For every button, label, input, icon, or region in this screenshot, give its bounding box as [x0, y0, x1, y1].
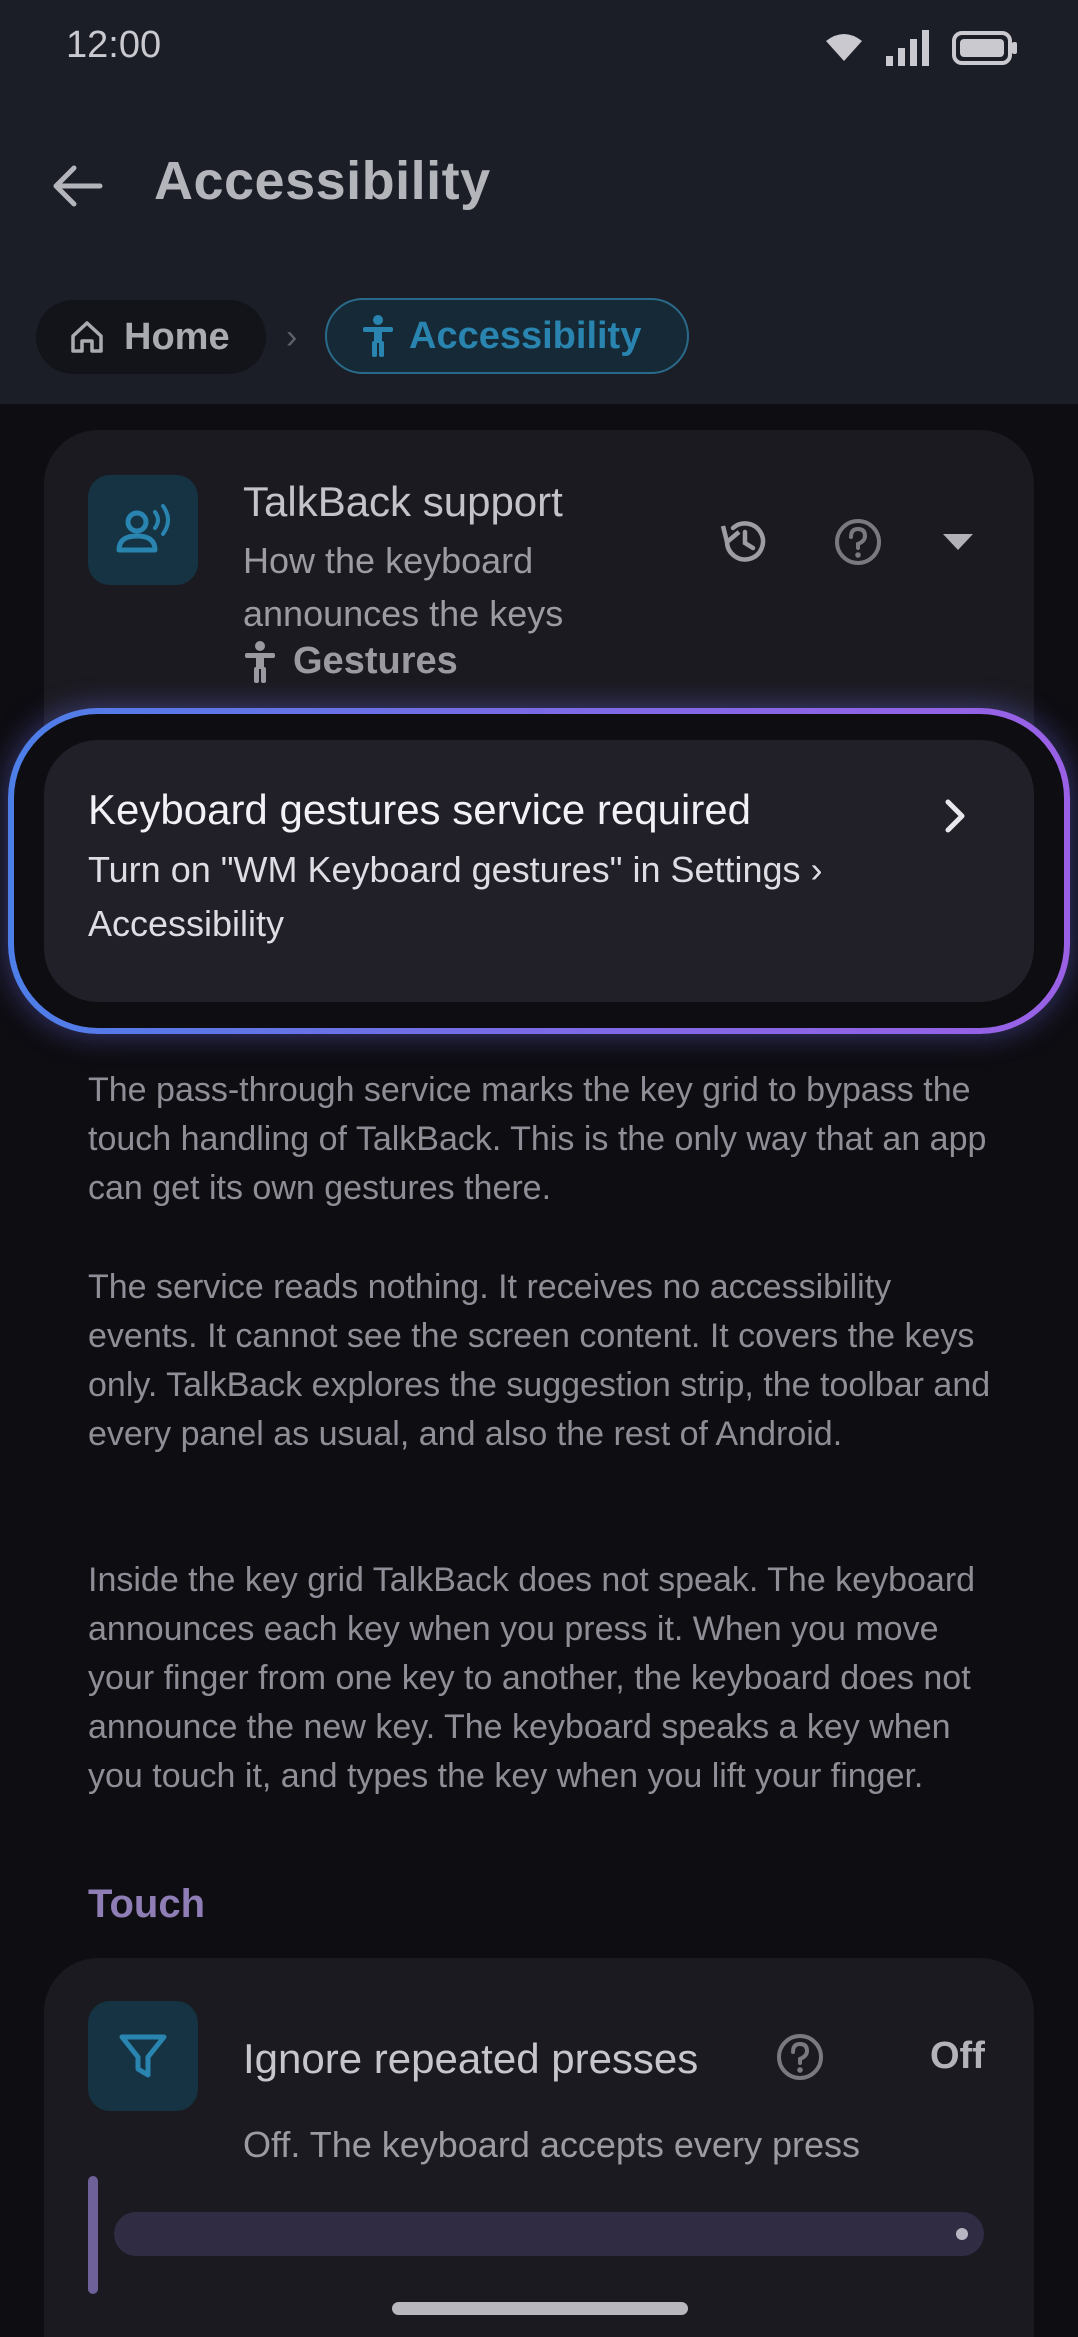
dropdown-arrow-icon	[943, 534, 973, 550]
filter-icon-box	[88, 2001, 198, 2111]
breadcrumb-home-label: Home	[124, 315, 230, 358]
talkback-icon-box	[88, 475, 198, 585]
wifi-icon	[826, 34, 862, 61]
cellular-signal-icon	[886, 30, 929, 66]
info-paragraph-1: The pass-through service marks the key g…	[88, 1071, 987, 1207]
setting-value: Off	[930, 2035, 985, 2077]
battery-icon	[952, 31, 1017, 65]
gestures-label: Gestures	[293, 640, 458, 682]
ignore-repeated-presses-title: Ignore repeated presses	[243, 2035, 699, 2082]
breadcrumb-accessibility-label: Accessibility	[409, 314, 642, 357]
repeat-threshold-slider[interactable]	[114, 2212, 984, 2256]
accessibility-icon	[245, 640, 275, 683]
status-icons	[824, 30, 1018, 66]
record-voice-icon	[116, 504, 170, 553]
help-icon	[777, 2034, 823, 2080]
section-heading-touch: Touch	[88, 1882, 206, 1926]
history-icon	[720, 521, 766, 562]
back-button[interactable]	[50, 158, 110, 214]
ignore-repeated-help-button[interactable]	[770, 2027, 830, 2087]
help-button[interactable]	[828, 512, 888, 572]
chevron-right-icon: ›	[286, 318, 298, 356]
callout-title: Keyboard gestures service required	[88, 786, 752, 833]
info-paragraph-3: Inside the key grid TalkBack does not sp…	[88, 1561, 976, 1795]
gestures-link[interactable]: Gestures	[243, 640, 458, 683]
filter-icon	[119, 2034, 167, 2078]
chevron-right-icon	[940, 796, 970, 841]
arrow-back-icon	[53, 165, 103, 207]
accessibility-icon	[363, 315, 393, 357]
ignore-repeated-presses-subtitle: Off. The keyboard accepts every press	[243, 2124, 860, 2165]
page-title: Accessibility	[154, 151, 491, 211]
history-button[interactable]	[715, 512, 775, 572]
home-icon	[71, 321, 103, 353]
breadcrumb-accessibility[interactable]: Accessibility	[325, 298, 689, 374]
slider-stop-indicator	[956, 2228, 968, 2240]
accent-bar	[88, 2176, 98, 2294]
info-paragraph-2: The service reads nothing. It receives n…	[88, 1268, 991, 1453]
app-bar: 12:00 Accessibility Home › Accessibility	[0, 0, 1078, 404]
talkback-title: TalkBack support	[243, 478, 563, 525]
breadcrumb-home[interactable]: Home	[36, 300, 266, 374]
expand-button[interactable]	[928, 512, 988, 572]
talkback-subtitle: How the keyboard announces the keys	[243, 540, 564, 634]
status-time: 12:00	[66, 24, 162, 66]
callout-body: Turn on "WM Keyboard gestures" in Settin…	[88, 849, 823, 944]
help-icon	[835, 519, 881, 565]
gesture-navigation-handle	[392, 2302, 688, 2315]
